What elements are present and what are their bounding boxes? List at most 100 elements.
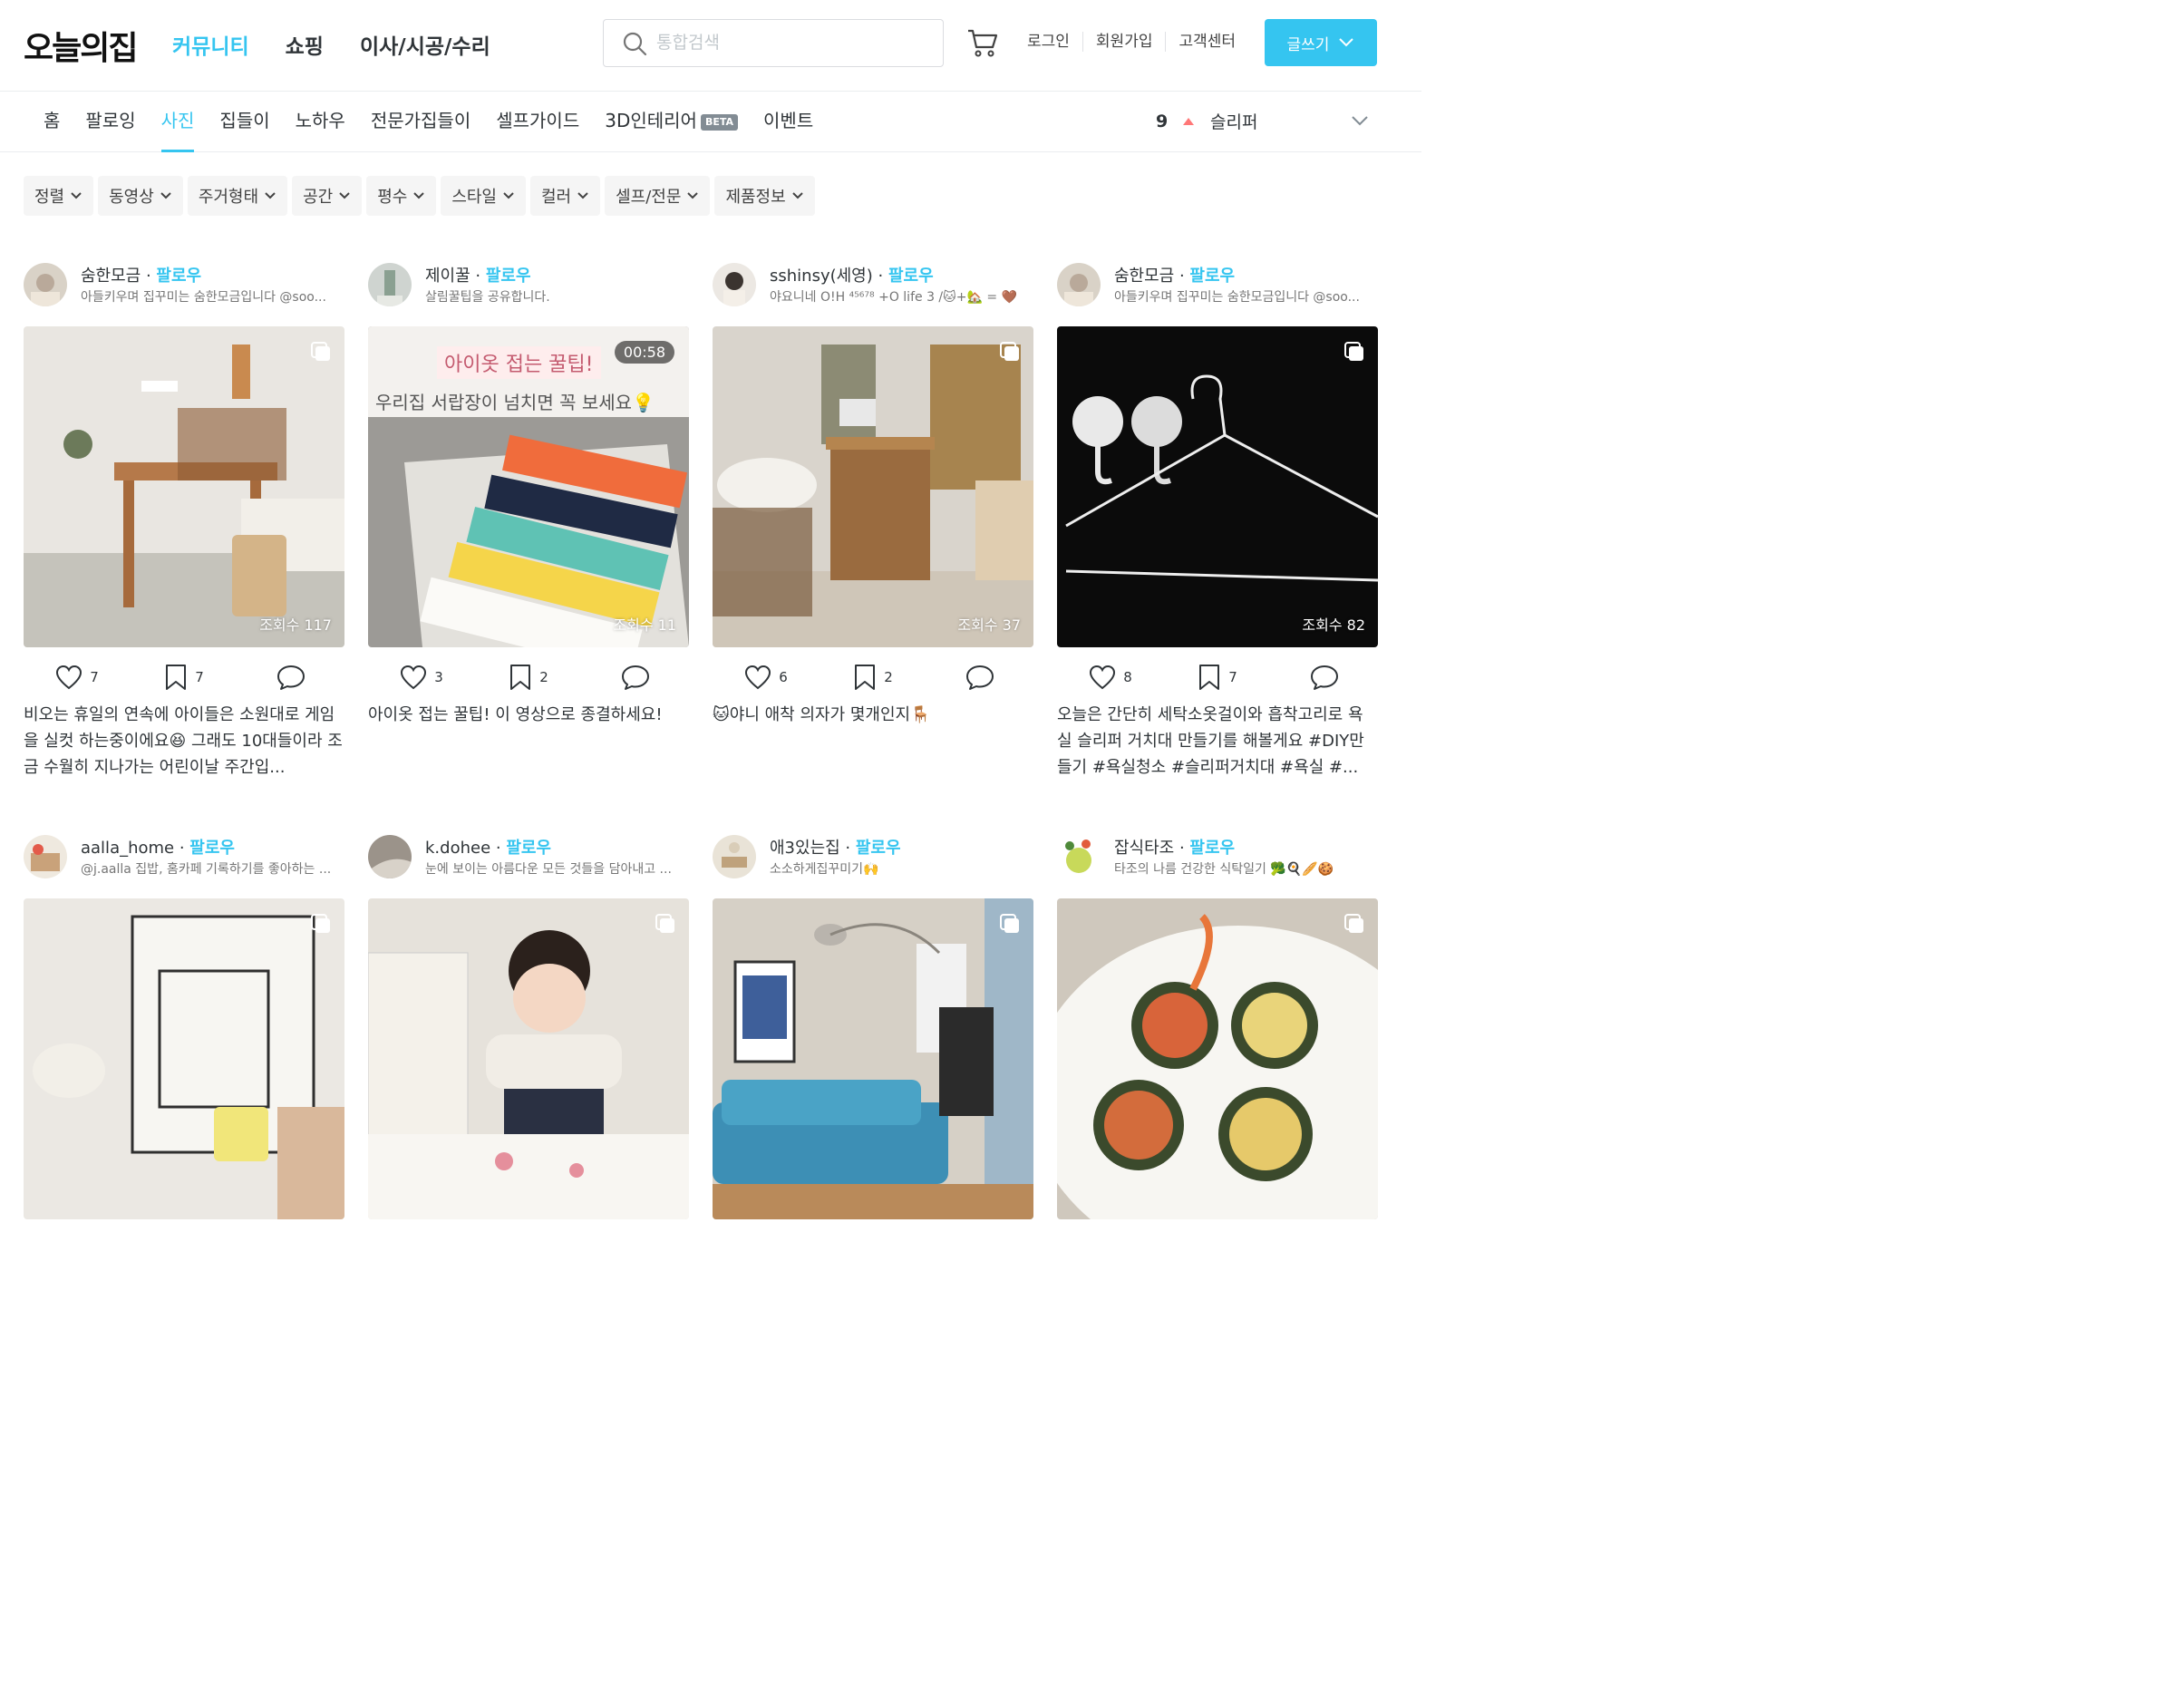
logo[interactable]: 오늘의집 <box>24 22 138 69</box>
avatar[interactable] <box>713 835 756 878</box>
filter-sort[interactable]: 정렬 <box>24 176 94 216</box>
username[interactable]: aalla_home · 팔로우 <box>81 835 235 859</box>
nav-moving-construction[interactable]: 이사/시공/수리 <box>360 29 490 60</box>
tab-following[interactable]: 팔로잉 <box>73 92 148 152</box>
scrap-button[interactable]: 7 <box>1164 662 1271 693</box>
tab-events[interactable]: 이벤트 <box>751 92 826 152</box>
avatar[interactable] <box>24 263 67 306</box>
like-button[interactable]: 3 <box>368 662 475 693</box>
filter-housing-type[interactable]: 주거형태 <box>187 176 288 216</box>
username[interactable]: 애3있는집 · 팔로우 <box>770 835 901 859</box>
search-input[interactable] <box>656 29 928 56</box>
avatar[interactable] <box>368 263 412 306</box>
card-author: 잡식타조 · 팔로우 타조의 나름 건강한 식탁일기 🥦🍳🥖🍪 <box>1057 835 1378 889</box>
avatar[interactable] <box>368 835 412 878</box>
trending-keyword[interactable]: 9 슬리퍼 <box>1156 109 1257 133</box>
scrap-button[interactable]: 7 <box>131 662 238 693</box>
card-photo[interactable] <box>713 898 1033 1219</box>
tab-3d-interior[interactable]: 3D인테리어 BETA <box>592 92 751 152</box>
nav-shopping[interactable]: 쇼핑 <box>286 29 324 60</box>
tab-self-guide[interactable]: 셀프가이드 <box>483 92 592 152</box>
bookmark-icon <box>855 665 876 690</box>
write-label: 글쓰기 <box>1286 35 1330 54</box>
follow-button[interactable]: 팔로우 <box>1189 839 1235 858</box>
filter-size[interactable]: 평수 <box>366 176 437 216</box>
comment-icon <box>966 665 994 690</box>
card-photo[interactable]: 조회수 82 <box>1057 326 1378 647</box>
comment-button[interactable] <box>926 662 1033 693</box>
chevron-down-icon <box>339 192 350 199</box>
card-caption[interactable]: 아이옷 접는 꿀팁! 이 영상으로 종결하세요! <box>368 702 689 728</box>
comment-button[interactable] <box>238 662 344 693</box>
username-text: 애3있는집 <box>770 839 840 858</box>
photo-card: k.dohee · 팔로우 눈에 보이는 아름다운 모든 것들을 담아내고 ..… <box>368 835 689 1219</box>
comment-icon <box>277 665 305 690</box>
follow-button[interactable]: 팔로우 <box>888 267 934 286</box>
username[interactable]: 잡식타조 · 팔로우 <box>1114 835 1235 859</box>
avatar[interactable] <box>1057 263 1101 306</box>
nav-community[interactable]: 커뮤니티 <box>172 29 249 60</box>
username[interactable]: sshinsy(세영) · 팔로우 <box>770 263 934 286</box>
login-link[interactable]: 로그인 <box>1027 32 1082 52</box>
avatar[interactable] <box>713 263 756 306</box>
filter-style[interactable]: 스타일 <box>441 176 526 216</box>
like-button[interactable]: 6 <box>713 662 820 693</box>
trending-rank: 9 <box>1156 111 1169 131</box>
scrap-button[interactable]: 2 <box>475 662 582 693</box>
tab-photos[interactable]: 사진 <box>149 92 208 152</box>
tab-knowhow[interactable]: 노하우 <box>283 92 358 152</box>
scrap-button[interactable]: 2 <box>820 662 926 693</box>
username[interactable]: k.dohee · 팔로우 <box>425 835 551 859</box>
follow-button[interactable]: 팔로우 <box>1189 267 1235 286</box>
avatar[interactable] <box>1057 835 1101 878</box>
follow-button[interactable]: 팔로우 <box>856 839 901 858</box>
filter-product-info[interactable]: 제품정보 <box>714 176 815 216</box>
cart-button[interactable] <box>966 27 999 62</box>
follow-button[interactable]: 팔로우 <box>189 839 235 858</box>
filter-video[interactable]: 동영상 <box>98 176 183 216</box>
multi-image-icon <box>1344 914 1363 933</box>
follow-button[interactable]: 팔로우 <box>506 839 551 858</box>
tab-home[interactable]: 홈 <box>31 92 73 152</box>
tab-expert-housewarming[interactable]: 전문가집들이 <box>358 92 483 152</box>
multi-image-icon <box>1000 342 1019 361</box>
card-caption[interactable]: 비오는 휴일의 연속에 아이들은 소원대로 게임을 실컷 하는중이에요😆 그래도… <box>24 702 344 781</box>
filter-color[interactable]: 컬러 <box>530 176 601 216</box>
card-photo[interactable] <box>24 898 344 1219</box>
filter-space[interactable]: 공간 <box>292 176 363 216</box>
comment-button[interactable] <box>582 662 689 693</box>
customer-center-link[interactable]: 고객센터 <box>1165 32 1248 52</box>
bookmark-icon <box>1199 665 1220 690</box>
filter-label: 컬러 <box>541 188 572 207</box>
follow-button[interactable]: 팔로우 <box>486 267 531 286</box>
card-caption[interactable]: 🐱야니 애착 의자가 몇개인지🪑 <box>713 702 1033 728</box>
username[interactable]: 숨한모금 · 팔로우 <box>81 263 201 286</box>
user-bio: 소소하게집꾸미기🙌 <box>770 862 879 877</box>
username[interactable]: 제이꿀 · 팔로우 <box>425 263 531 286</box>
chevron-down-icon[interactable] <box>1351 114 1369 127</box>
photo-card: sshinsy(세영) · 팔로우 야요니네 O!H ⁴⁵⁶⁷⁸ +O life… <box>713 263 1033 724</box>
tab-housewarming[interactable]: 집들이 <box>207 92 282 152</box>
video-duration: 00:58 <box>614 341 674 364</box>
chevron-down-icon <box>71 192 82 199</box>
user-bio: 아들키우며 집꾸미는 숨한모금입니다 @soo... <box>81 290 326 305</box>
like-count: 8 <box>1123 669 1132 685</box>
card-photo[interactable]: 조회수 37 <box>713 326 1033 647</box>
write-button[interactable]: 글쓰기 <box>1265 19 1377 66</box>
username[interactable]: 숨한모금 · 팔로우 <box>1114 263 1235 286</box>
like-button[interactable]: 8 <box>1057 662 1164 693</box>
comment-button[interactable] <box>1271 662 1378 693</box>
follow-button[interactable]: 팔로우 <box>156 267 201 286</box>
avatar[interactable] <box>24 835 67 878</box>
signup-link[interactable]: 회원가입 <box>1082 32 1166 52</box>
card-photo[interactable] <box>1057 898 1378 1219</box>
search-box[interactable] <box>603 19 944 67</box>
card-photo[interactable] <box>368 898 689 1219</box>
main-nav: 커뮤니티 쇼핑 이사/시공/수리 <box>172 29 490 60</box>
like-button[interactable]: 7 <box>24 662 131 693</box>
filter-self-expert[interactable]: 셀프/전문 <box>605 176 711 216</box>
card-caption[interactable]: 오늘은 간단히 세탁소옷걸이와 흡착고리로 욕실 슬리퍼 거치대 만들기를 해볼… <box>1057 702 1378 781</box>
card-photo[interactable]: 아이옷 접는 꿀팁! 우리집 서랍장이 넘치면 꼭 보세요💡 00:58 조회수… <box>368 326 689 647</box>
card-photo[interactable]: 조회수 117 <box>24 326 344 647</box>
user-bio: 눈에 보이는 아름다운 모든 것들을 담아내고 ... <box>425 862 672 877</box>
